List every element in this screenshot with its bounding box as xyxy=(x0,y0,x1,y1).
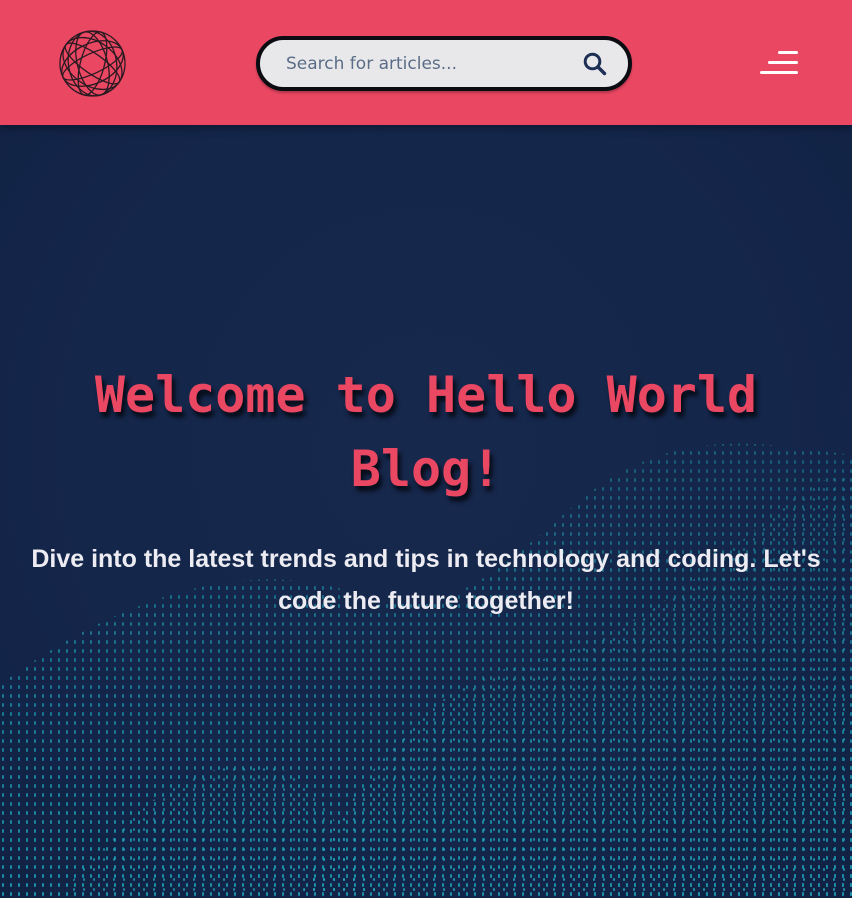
search-input[interactable] xyxy=(286,40,566,87)
hero-subtitle: Dive into the latest trends and tips in … xyxy=(31,545,821,615)
particle-wave-icon xyxy=(0,443,852,898)
menu-line-top xyxy=(778,51,798,54)
search-button[interactable] xyxy=(582,51,608,77)
search-icon xyxy=(583,52,607,76)
site-header xyxy=(0,0,852,125)
hero-title: Welcome to Hello World Blog! xyxy=(94,366,758,498)
menu-line-middle xyxy=(768,61,798,64)
menu-button[interactable] xyxy=(758,51,800,77)
page: Welcome to Hello World Blog! Dive into t… xyxy=(0,0,852,898)
search-bar xyxy=(256,36,632,91)
menu-line-bottom xyxy=(760,71,798,74)
globe-icon xyxy=(59,30,126,97)
site-logo[interactable] xyxy=(58,29,127,98)
